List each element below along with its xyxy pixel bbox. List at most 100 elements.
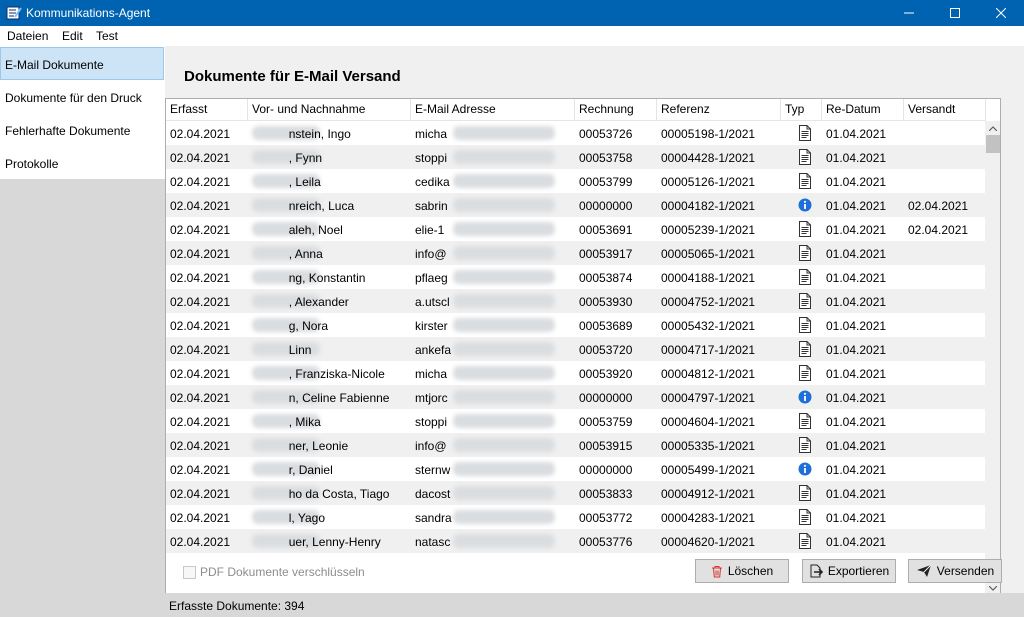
table-row[interactable]: 02.04.2021 l, Yago sandra 00053772 00004283-… (166, 505, 986, 529)
table-row[interactable]: 02.04.2021 nstein, Ingo micha 00053726 00005… (166, 121, 986, 145)
table-row[interactable]: 02.04.2021 , Franziska-Nicole micha 0005392… (166, 361, 986, 385)
table-row[interactable]: 02.04.2021 uer, Lenny-Henry natasc 00053776… (166, 529, 986, 553)
cell-name: nreich, Luca (248, 193, 411, 217)
cell-versandt (904, 505, 986, 529)
email-address: elie-1 (415, 223, 445, 237)
cell-erfasst: 02.04.2021 (170, 127, 231, 141)
cell-email: sabrin (411, 193, 575, 217)
cell-name: l, Yago (248, 505, 411, 529)
cell-email: ankefa (411, 337, 575, 361)
table-row[interactable]: 02.04.2021 r, Daniel sternw 00000000 0000549… (166, 457, 986, 481)
info-icon (798, 389, 812, 405)
cell-rechnung: 00053915 (579, 439, 633, 453)
column-header-referenz[interactable]: Referenz (657, 99, 781, 121)
email-address: mtjorc (415, 391, 448, 405)
table-row[interactable]: 02.04.2021 , Mika stoppi 00053759 00004604-1… (166, 409, 986, 433)
cell-typ (781, 433, 822, 457)
column-header-versandt[interactable]: Versandt (904, 99, 986, 121)
delete-button[interactable]: Löschen (695, 559, 789, 583)
cell-referenz: 00005239-1/2021 (661, 223, 756, 237)
table-row[interactable]: 02.04.2021 aleh, Noel elie-1 00053691 000052… (166, 217, 986, 241)
cell-referenz: 00004717-1/2021 (661, 343, 756, 357)
sidebar-item-faulty-documents[interactable]: Fehlerhafte Dokumente (0, 113, 164, 146)
document-icon (798, 317, 812, 333)
cell-redatum: 01.04.2021 (826, 415, 887, 429)
redacted-text (453, 198, 555, 212)
redacted-text (453, 486, 555, 500)
chevron-down-icon (989, 585, 997, 591)
sidebar-item-protocols[interactable]: Protokolle (0, 146, 164, 179)
cell-rechnung: 00000000 (579, 391, 633, 405)
cell-name: , Anna (248, 241, 411, 265)
table-row[interactable]: 02.04.2021 ner, Leonie info@ 00053915 000053… (166, 433, 986, 457)
name-text-holder: nreich, Luca (289, 199, 354, 213)
cell-rechnung: 00000000 (579, 199, 633, 213)
table-row[interactable]: 02.04.2021 Linn ankefa 00053720 00004717-1/2… (166, 337, 986, 361)
column-header-typ[interactable]: Typ (781, 99, 822, 121)
delete-button-label: Löschen (727, 564, 774, 578)
minimize-icon (904, 12, 914, 14)
table-row[interactable]: 02.04.2021 , Anna info@ 00053917 00005065-1/… (166, 241, 986, 265)
table-row[interactable]: 02.04.2021 n, Celine Fabienne mtjorc 000000… (166, 385, 986, 409)
minimize-button[interactable] (886, 0, 932, 26)
menu-test[interactable]: Test (96, 29, 118, 43)
redacted-text (453, 246, 555, 260)
table-row[interactable]: 02.04.2021 nreich, Luca sabrin 00000000 0000… (166, 193, 986, 217)
cell-erfasst: 02.04.2021 (170, 151, 231, 165)
cell-rechnung: 00053799 (579, 175, 633, 189)
cell-erfasst: 02.04.2021 (170, 463, 231, 477)
table-row[interactable]: 02.04.2021 , Alexander a.utscl 00053930 0000… (166, 289, 986, 313)
table-row[interactable]: 02.04.2021 ho da Costa, Tiago dacost 000538… (166, 481, 986, 505)
cell-versandt (904, 409, 986, 433)
column-header-erfasst[interactable]: Erfasst (166, 99, 248, 121)
redacted-text (453, 414, 555, 428)
table-row[interactable]: 02.04.2021 g, Nora kirster 00053689 00005432… (166, 313, 986, 337)
cell-versandt (904, 433, 986, 457)
cell-typ (781, 457, 822, 481)
encrypt-pdf-checkbox[interactable] (183, 565, 196, 579)
vertical-scrollbar[interactable] (985, 121, 1000, 595)
sidebar-item-email-documents[interactable]: E-Mail Dokumente (0, 47, 164, 80)
cell-versandt (904, 265, 986, 289)
cell-rechnung: 00053726 (579, 127, 633, 141)
table-row[interactable]: 02.04.2021 ng, Konstantin pflaeg 00053874 00… (166, 265, 986, 289)
cell-erfasst: 02.04.2021 (170, 295, 231, 309)
email-address: natasc (415, 535, 451, 549)
cell-rechnung: 00053920 (579, 367, 633, 381)
sidebar-item-label: Fehlerhafte Dokumente (5, 124, 131, 138)
scroll-thumb[interactable] (986, 135, 1000, 153)
cell-redatum: 01.04.2021 (826, 151, 887, 165)
table-row[interactable]: 02.04.2021 , Fynn stoppi 00053758 00004428-1… (166, 145, 986, 169)
encrypt-pdf-option[interactable]: PDF Dokumente verschlüsseln (183, 564, 365, 580)
menu-edit[interactable]: Edit (62, 29, 83, 43)
email-address: sternw (415, 463, 451, 477)
scroll-up-arrow[interactable] (985, 121, 1000, 135)
cell-email: micha (411, 361, 575, 385)
close-button[interactable] (978, 0, 1024, 26)
cell-redatum: 01.04.2021 (826, 535, 887, 549)
table-row[interactable]: 02.04.2021 , Leila cedika 00053799 00005126-… (166, 169, 986, 193)
document-icon (798, 221, 812, 237)
cell-email: sandra (411, 505, 575, 529)
send-button[interactable]: Versenden (908, 559, 1002, 583)
export-button[interactable]: Exportieren (802, 559, 896, 583)
column-header-name[interactable]: Vor- und Nachnahme (248, 99, 411, 121)
column-header-redatum[interactable]: Re-Datum (822, 99, 904, 121)
maximize-button[interactable] (932, 0, 978, 26)
sidebar-item-print-documents[interactable]: Dokumente für den Druck (0, 80, 164, 113)
cell-erfasst: 02.04.2021 (170, 343, 231, 357)
cell-name: nstein, Ingo (248, 121, 411, 145)
redacted-text (453, 126, 555, 140)
cell-versandt (904, 145, 986, 169)
cell-redatum: 01.04.2021 (826, 463, 887, 477)
column-header-email[interactable]: E-Mail Adresse (411, 99, 575, 121)
name-text-holder: , Alexander (289, 295, 349, 309)
menu-dateien[interactable]: Dateien (7, 29, 48, 43)
cell-email: micha (411, 121, 575, 145)
cell-redatum: 01.04.2021 (826, 511, 887, 525)
cell-rechnung: 00053759 (579, 415, 633, 429)
email-address: cedika (415, 175, 450, 189)
column-header-rechnung[interactable]: Rechnung (575, 99, 657, 121)
cell-versandt (904, 529, 986, 553)
sidebar-item-label: Protokolle (5, 157, 59, 171)
